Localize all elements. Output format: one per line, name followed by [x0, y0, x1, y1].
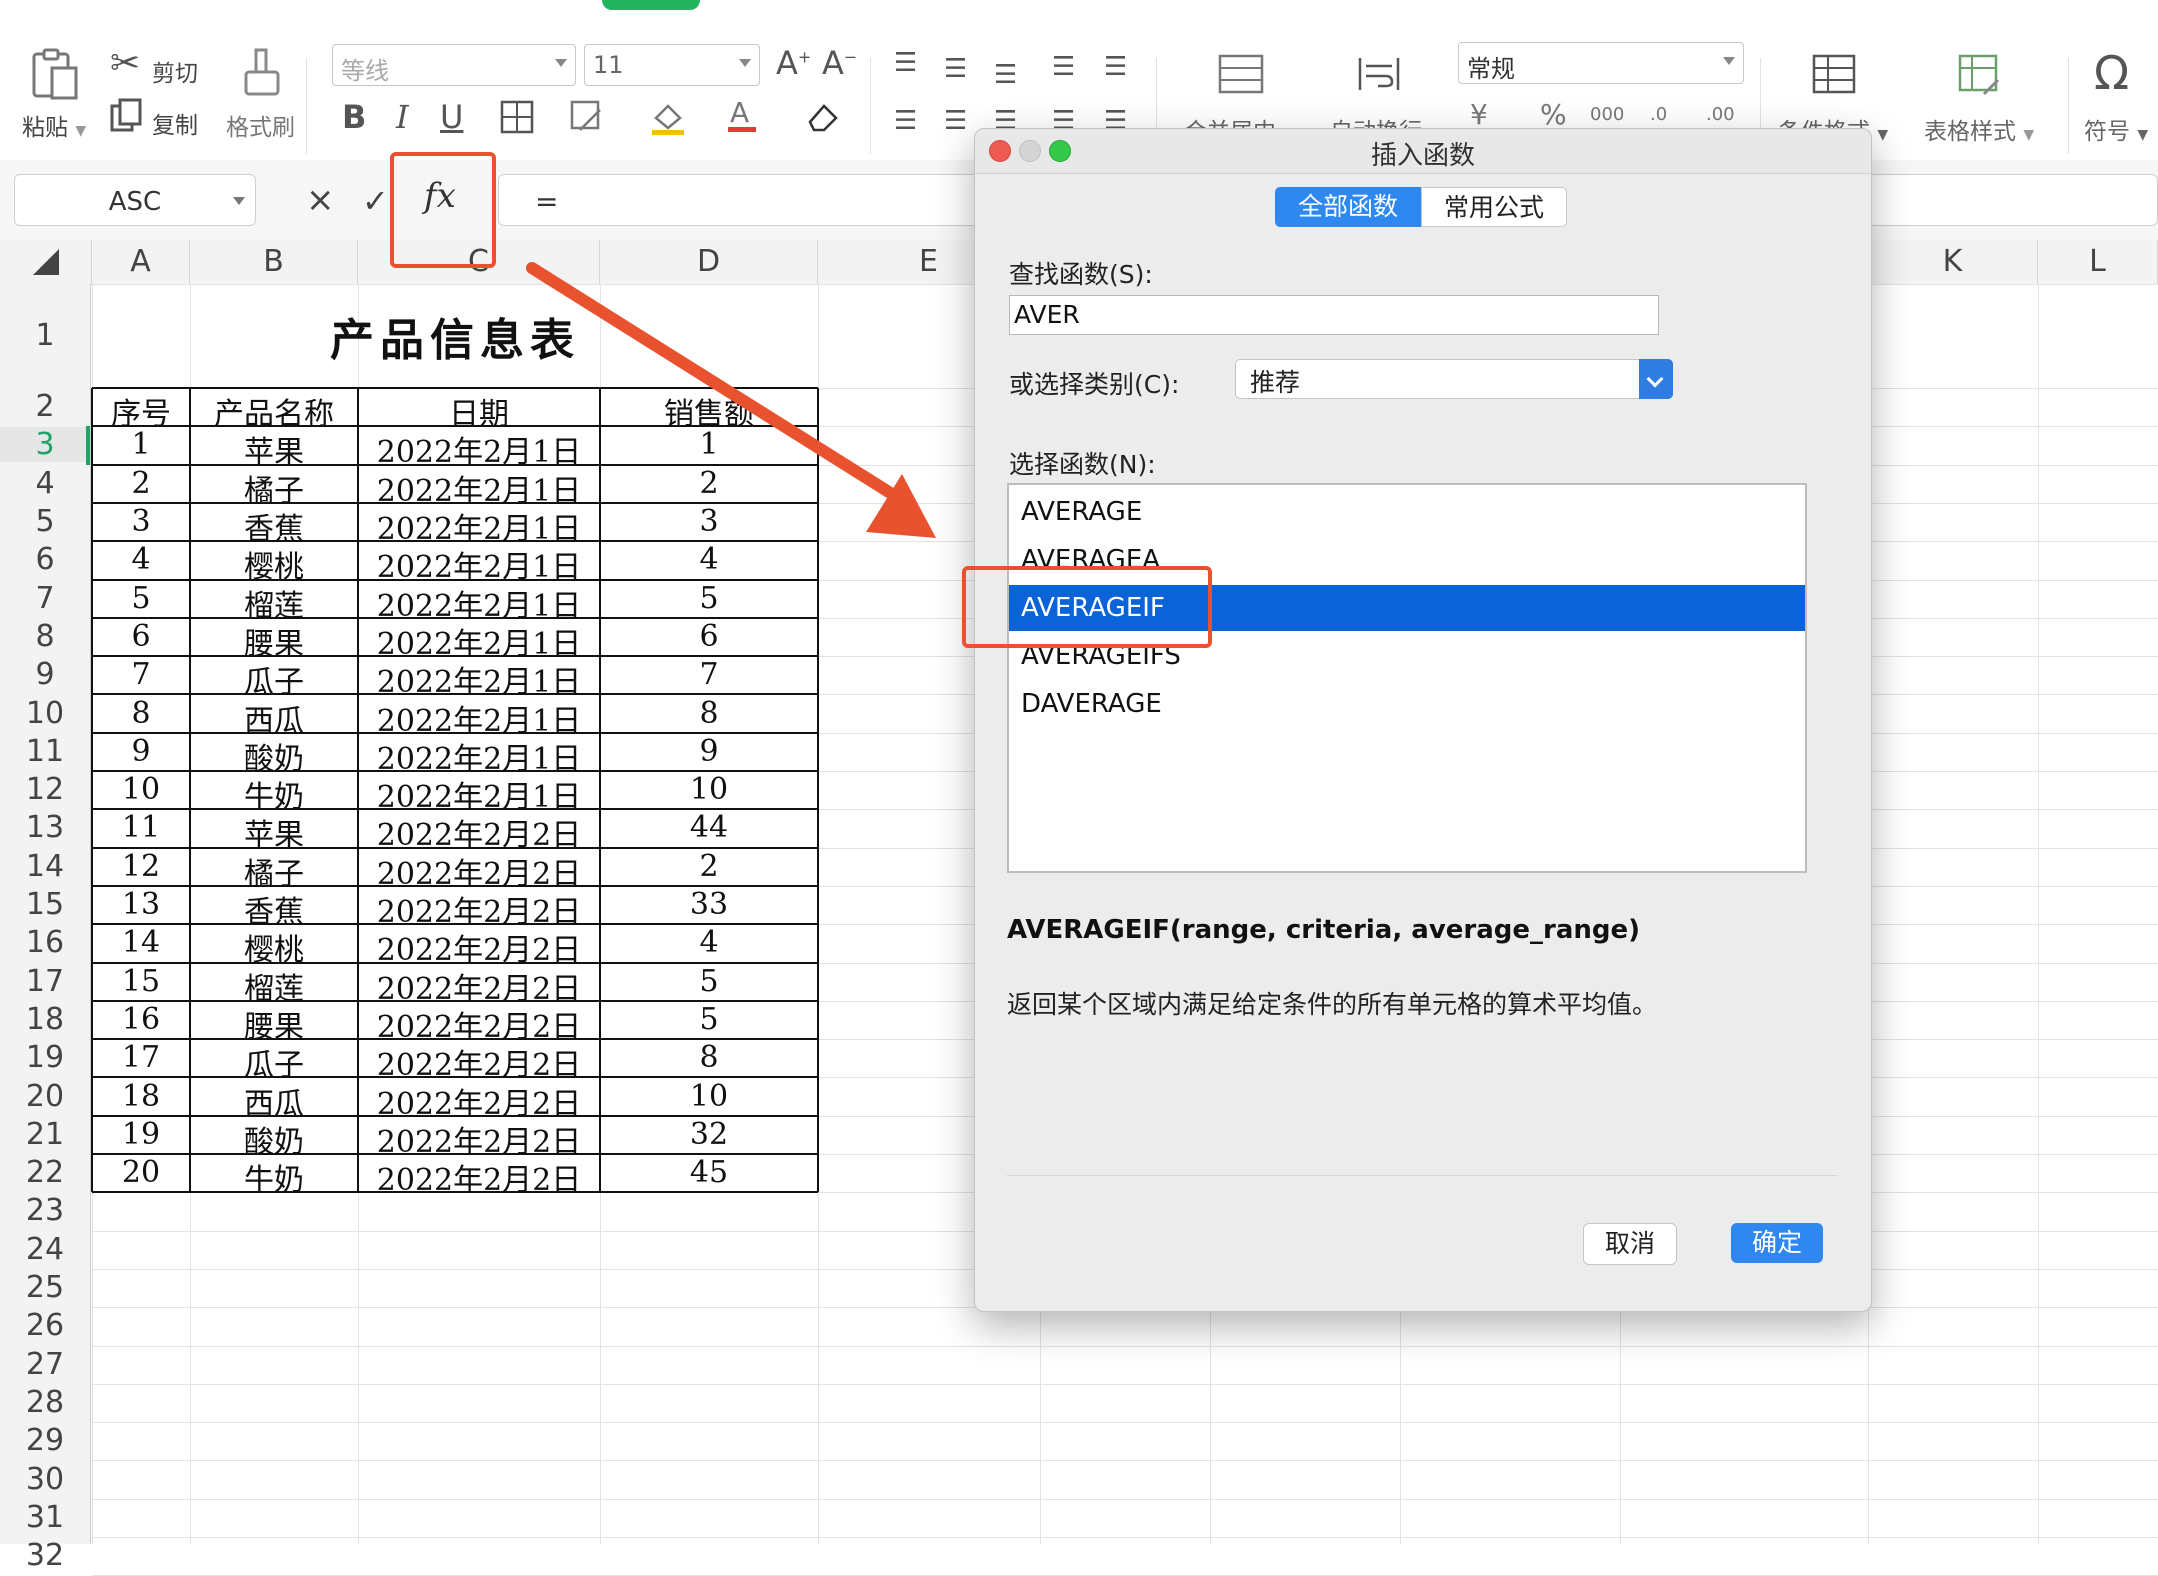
function-signature: AVERAGEIF(range, criteria, average_range… — [1007, 915, 1641, 945]
category-select[interactable]: 推荐 — [1235, 359, 1673, 399]
search-function-label: 查找函数(S): — [1009, 260, 1153, 289]
dialog-title: 插入函数 — [1370, 141, 1475, 171]
dialog-titlebar: 插入函数 — [975, 129, 1871, 174]
function-list-item[interactable]: DAVERAGE — [1009, 681, 1805, 727]
function-description: 返回某个区域内满足给定条件的所有单元格的算术平均值。 — [1007, 990, 1658, 1019]
category-label: 或选择类别(C): — [1009, 370, 1180, 399]
function-list-label: 选择函数(N): — [1009, 450, 1156, 479]
insert-function-dialog: 插入函数 全部函数 常用公式 查找函数(S): AVER 或选择类别(C): 推… — [974, 128, 1872, 1312]
search-function-value: AVER — [1014, 300, 1080, 329]
category-value: 推荐 — [1250, 368, 1301, 397]
chevron-down-icon[interactable] — [1639, 359, 1673, 399]
tab-common-formulas[interactable]: 常用公式 — [1421, 187, 1567, 227]
search-function-input[interactable]: AVER — [1009, 295, 1659, 335]
function-list[interactable]: AVERAGE AVERAGEA AVERAGEIF AVERAGEIFS DAVERA… — [1007, 483, 1807, 873]
annotation-box-averageif — [962, 566, 1212, 648]
dialog-divider — [1007, 1175, 1837, 1176]
cancel-button[interactable]: 取消 — [1583, 1223, 1677, 1265]
ok-button[interactable]: 确定 — [1731, 1223, 1823, 1263]
function-list-item[interactable]: AVERAGE — [1009, 489, 1805, 535]
tab-all-functions[interactable]: 全部函数 — [1275, 187, 1421, 227]
